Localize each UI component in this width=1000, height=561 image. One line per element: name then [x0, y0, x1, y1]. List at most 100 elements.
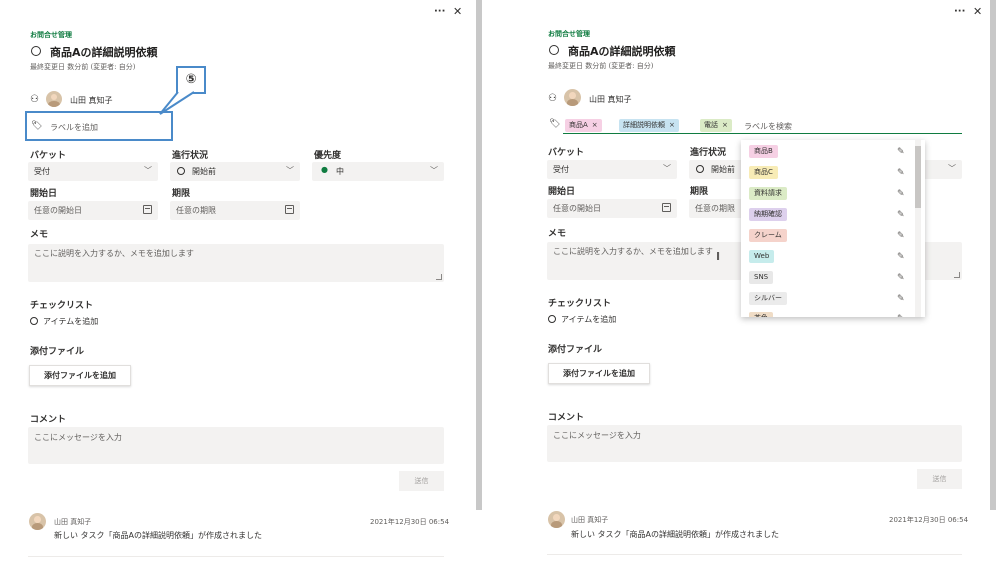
label-search-input[interactable]: ラベルを検索: [744, 121, 792, 132]
assignee-avatar[interactable]: [46, 91, 62, 107]
label-tag-icon: 🏷: [31, 121, 43, 131]
remove-label-icon[interactable]: ×: [592, 121, 598, 129]
resize-grip-icon[interactable]: [436, 274, 442, 280]
label-option[interactable]: クレーム: [749, 229, 787, 242]
chevron-down-icon: ﹀: [144, 166, 152, 175]
label-option[interactable]: シルバー: [749, 292, 787, 305]
chevron-down-icon: ﹀: [948, 164, 956, 173]
progress-select[interactable]: 開始前: [689, 160, 749, 179]
calendar-icon[interactable]: [143, 205, 152, 214]
comments-label: コメント: [30, 415, 67, 425]
applied-label-chip: 商品A ×: [565, 119, 602, 132]
add-checklist-item[interactable]: アイテムを追加: [43, 316, 98, 327]
due-date-input[interactable]: 任意の期限: [170, 201, 300, 220]
resize-grip-icon[interactable]: [954, 272, 960, 278]
bucket-label: バケット: [548, 148, 585, 158]
checklist-label: チェックリスト: [548, 299, 612, 309]
comment-author: 山田 真知子: [571, 516, 609, 524]
more-options-icon[interactable]: ···: [434, 6, 445, 17]
start-date-label: 開始日: [548, 187, 576, 197]
progress-value: 開始前: [192, 167, 216, 176]
priority-select[interactable]: ● 中 ﹀: [312, 162, 444, 181]
memo-textarea[interactable]: ここに説明を入力するか、メモを追加します: [28, 244, 444, 282]
edit-label-icon[interactable]: ✎: [897, 168, 907, 178]
start-date-input[interactable]: 任意の開始日: [28, 201, 158, 220]
label-dropdown: 商品B ✎ 商品C ✎ 資料請求 ✎ 納期確認 ✎ クレーム ✎ Web ✎ S…: [741, 140, 925, 317]
send-comment-button[interactable]: 送信: [917, 469, 962, 489]
start-date-placeholder: 任意の開始日: [34, 206, 82, 215]
assignee-avatar[interactable]: [564, 89, 581, 106]
complete-task-checkbox[interactable]: [549, 45, 559, 55]
edit-label-icon[interactable]: ✎: [897, 189, 907, 199]
add-attachment-button[interactable]: 添付ファイルを追加: [548, 363, 650, 384]
assignee-name: 山田 真知子: [70, 96, 113, 105]
plan-category: お問合せ管理: [30, 31, 72, 39]
remove-label-icon[interactable]: ×: [669, 121, 675, 129]
comment-timestamp: 2021年12月30日 06:54: [370, 518, 450, 526]
edit-label-icon[interactable]: ✎: [897, 273, 907, 283]
commenter-avatar: [29, 513, 46, 530]
dropdown-scrollbar-thumb[interactable]: [915, 146, 921, 208]
due-date-input[interactable]: 任意の期限: [689, 199, 749, 218]
bucket-label: バケット: [30, 151, 67, 161]
edit-label-icon[interactable]: ✎: [897, 147, 907, 157]
label-option[interactable]: SNS: [749, 271, 774, 284]
edit-label-icon[interactable]: ✎: [897, 231, 907, 241]
applied-label-name: 電話: [704, 121, 718, 129]
more-options-icon[interactable]: ···: [954, 6, 965, 17]
task-title[interactable]: 商品Aの詳細説明依頼: [568, 43, 676, 59]
applied-label-chip: 電話 ×: [700, 119, 732, 132]
not-started-icon: [696, 165, 704, 173]
label-tag-icon: 🏷: [549, 119, 561, 129]
checklist-item-circle-icon: [30, 317, 38, 325]
calendar-icon[interactable]: [285, 205, 294, 214]
priority-select[interactable]: ﹀: [920, 160, 962, 179]
assignee-name: 山田 真知子: [589, 95, 632, 104]
due-date-label: 期限: [690, 187, 709, 197]
bucket-select[interactable]: 受付 ﹀: [28, 162, 158, 181]
comment-placeholder: ここにメッセージを入力: [553, 431, 641, 440]
close-icon[interactable]: ✕: [973, 5, 982, 18]
start-date-input[interactable]: 任意の開始日: [547, 199, 677, 218]
calendar-icon[interactable]: [662, 203, 671, 212]
checklist-item-circle-icon: [548, 315, 556, 323]
comment-divider: [547, 554, 962, 555]
edit-label-icon[interactable]: ✎: [897, 294, 907, 304]
complete-task-checkbox[interactable]: [31, 46, 41, 56]
right-panel-scrollbar[interactable]: [990, 0, 996, 510]
comment-input[interactable]: ここにメッセージを入力: [547, 425, 962, 462]
assign-person-icon[interactable]: ⚇: [548, 93, 557, 104]
applied-label-chip: 詳細説明依頼 ×: [619, 119, 679, 132]
add-checklist-item[interactable]: アイテムを追加: [561, 314, 616, 325]
priority-label: 優先度: [314, 151, 342, 161]
add-attachment-button[interactable]: 添付ファイルを追加: [29, 365, 131, 386]
remove-label-icon[interactable]: ×: [722, 121, 728, 129]
memo-label: メモ: [548, 229, 567, 239]
send-comment-button[interactable]: 送信: [399, 471, 444, 491]
label-option[interactable]: 納期確認: [749, 208, 787, 221]
label-option[interactable]: 茶色: [749, 312, 773, 317]
label-option[interactable]: Web: [749, 250, 775, 263]
memo-placeholder: ここに説明を入力するか、メモを追加します: [553, 247, 713, 256]
progress-select[interactable]: 開始前 ﹀: [170, 162, 300, 181]
left-panel-scrollbar[interactable]: [476, 0, 482, 510]
comment-author: 山田 真知子: [54, 518, 92, 526]
comment-input[interactable]: ここにメッセージを入力: [28, 427, 444, 464]
attachments-label: 添付ファイル: [30, 347, 85, 357]
edit-label-icon[interactable]: ✎: [897, 210, 907, 220]
start-date-placeholder: 任意の開始日: [553, 204, 601, 213]
label-option[interactable]: 資料請求: [749, 187, 787, 200]
task-title[interactable]: 商品Aの詳細説明依頼: [50, 44, 158, 60]
assign-person-icon[interactable]: ⚇: [30, 94, 39, 105]
bucket-select[interactable]: 受付 ﹀: [547, 160, 677, 179]
comments-label: コメント: [548, 413, 585, 423]
edit-label-icon[interactable]: ✎: [897, 252, 907, 262]
edit-label-icon[interactable]: ✎: [897, 314, 907, 317]
bucket-value: 受付: [553, 165, 569, 174]
add-label-button[interactable]: ラベルを追加: [50, 122, 98, 133]
last-modified-text: 最終変更日 数分前 (変更者: 自分): [30, 63, 136, 71]
label-option[interactable]: 商品C: [749, 166, 778, 179]
label-option[interactable]: 商品B: [749, 145, 778, 158]
text-cursor-icon: I: [716, 250, 721, 263]
close-icon[interactable]: ✕: [453, 5, 462, 18]
